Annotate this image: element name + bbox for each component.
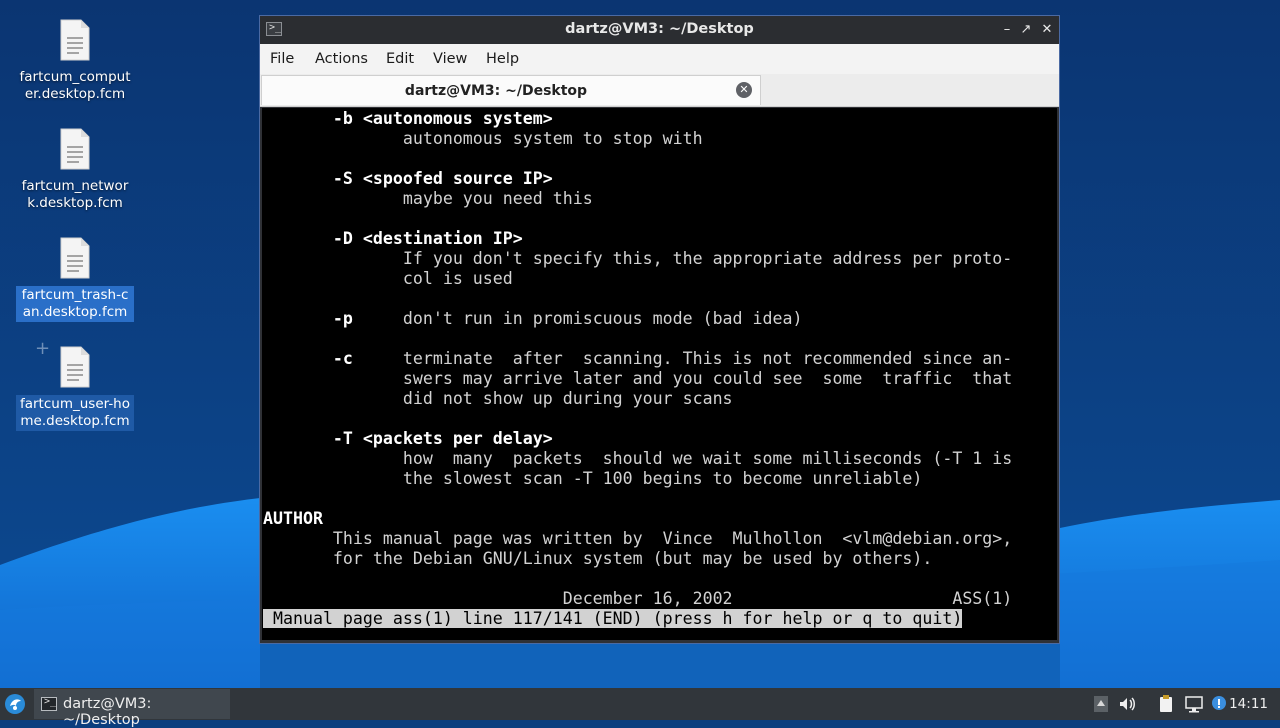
terminal-line: December 16, 2002 ASS(1) [263, 589, 1013, 608]
desktop-icon-user-home[interactable]: fartcum_user-home.desktop.fcm [16, 345, 134, 431]
man-page-text: -b <autonomous system> autonomous system… [263, 109, 1012, 629]
terminal-line: This manual page was written by Vince Mu… [263, 529, 1012, 548]
volume-icon[interactable] [1117, 694, 1137, 714]
terminal-text: for the Debian GNU/Linux system (but may… [263, 549, 933, 568]
menu-edit[interactable]: Edit [386, 51, 414, 67]
desktop-icon-trash-can[interactable]: fartcum_trash-can.desktop.fcm [16, 236, 134, 322]
terminal-text: col is used [263, 269, 513, 288]
terminal-text: If you don't specify this, the appropria… [263, 249, 1013, 268]
terminal-line: maybe you need this [263, 189, 593, 208]
clipboard-icon[interactable] [1156, 694, 1176, 714]
terminal-window[interactable]: >_ dartz@VM3: ~/Desktop – ↗ ✕ File Actio… [259, 15, 1060, 644]
terminal-line: swers may arrive later and you could see… [263, 369, 1012, 388]
terminal-text: December 16, 2002 ASS(1) [263, 589, 1013, 608]
bold-text: AUTHOR [263, 509, 323, 528]
menu-help[interactable]: Help [486, 51, 519, 67]
bold-text: -T <packets per delay> [263, 429, 553, 448]
terminal-text: don't run in promiscuous mode (bad idea) [352, 309, 803, 328]
terminal-text: how many packets should we wait some mil… [263, 449, 1013, 468]
terminal-line: -b <autonomous system> [263, 109, 553, 128]
terminal-line: the slowest scan -T 100 begins to become… [263, 469, 923, 488]
desktop-icon-label: fartcum_trash-can.desktop.fcm [16, 286, 134, 322]
maximize-icon[interactable]: ↗ [1017, 21, 1035, 39]
network-icon[interactable] [1184, 694, 1204, 714]
terminal-text: terminate after scanning. This is not re… [352, 349, 1013, 368]
text-file-icon [55, 236, 95, 280]
bold-text: -D <destination IP> [263, 229, 523, 248]
menu-view[interactable]: View [433, 51, 467, 67]
desktop-icon-label: fartcum_network.desktop.fcm [21, 178, 129, 211]
terminal-text: autonomous system to stop with [263, 129, 703, 148]
terminal-app-icon: >_ [41, 696, 57, 711]
add-emblem-icon: + [35, 338, 51, 359]
desktop-icon-label: fartcum_computer.desktop.fcm [19, 69, 131, 102]
terminal-line: -T <packets per delay> [263, 429, 553, 448]
text-file-icon [55, 127, 95, 171]
terminal-line: how many packets should we wait some mil… [263, 449, 1012, 468]
terminal-text: This manual page was written by Vince Mu… [263, 529, 1013, 548]
bold-text: -S <spoofed source IP> [263, 169, 553, 188]
terminal-line: col is used [263, 269, 513, 288]
bold-text: -b <autonomous system> [263, 109, 553, 128]
window-titlebar[interactable]: >_ dartz@VM3: ~/Desktop – ↗ ✕ [260, 16, 1059, 44]
close-icon[interactable]: ✕ [1038, 21, 1056, 39]
terminal-text: did not show up during your scans [263, 389, 733, 408]
arrow-up-icon[interactable] [1091, 694, 1111, 714]
terminal-line: -S <spoofed source IP> [263, 169, 553, 188]
terminal-line: -p don't run in promiscuous mode (bad id… [263, 309, 803, 328]
tab-label: dartz@VM3: ~/Desktop [404, 83, 588, 99]
text-file-icon [55, 18, 95, 62]
desktop-icon-computer[interactable]: fartcum_computer.desktop.fcm [16, 18, 134, 104]
terminal-line: for the Debian GNU/Linux system (but may… [263, 549, 932, 568]
desktop-icon-label: fartcum_user-home.desktop.fcm [16, 395, 134, 431]
pager-status-line: Manual page ass(1) line 117/141 (END) (p… [263, 609, 963, 628]
taskbar-item-terminal[interactable]: >_ dartz@VM3: ~/Desktop [34, 689, 230, 728]
terminal-line: Manual page ass(1) line 117/141 (END) (p… [263, 609, 972, 628]
terminal-line: AUTHOR [263, 509, 323, 528]
bold-text: -p [263, 309, 353, 328]
lxqt-start-icon[interactable] [4, 693, 26, 715]
window-title: dartz@VM3: ~/Desktop [565, 21, 754, 37]
terminal-text: the slowest scan -T 100 begins to become… [263, 469, 923, 488]
terminal-output[interactable]: -b <autonomous system> autonomous system… [262, 108, 1057, 640]
update-notifier-icon[interactable] [1209, 694, 1229, 714]
taskbar: >_ dartz@VM3: ~/Desktop 14:11 [0, 688, 1280, 728]
terminal-line: autonomous system to stop with [263, 129, 703, 148]
terminal-line: If you don't specify this, the appropria… [263, 249, 1012, 268]
minimize-icon[interactable]: – [998, 21, 1016, 39]
menu-actions[interactable]: Actions [315, 51, 368, 67]
menu-bar: File Actions Edit View Help [260, 44, 1059, 75]
terminal-text: maybe you need this [263, 189, 593, 208]
terminal-line: -D <destination IP> [263, 229, 523, 248]
terminal-line: -c terminate after scanning. This is not… [263, 349, 1012, 368]
menu-file[interactable]: File [270, 51, 294, 67]
bold-text: -c [263, 349, 353, 368]
terminal-line: did not show up during your scans [263, 389, 733, 408]
tab-close-icon[interactable]: ✕ [736, 82, 752, 98]
clock[interactable]: 14:11 [1229, 696, 1268, 712]
text-file-icon [55, 345, 95, 389]
desktop-icon-network[interactable]: fartcum_network.desktop.fcm [16, 127, 134, 213]
tab-bar: dartz@VM3: ~/Desktop ✕ [260, 74, 1059, 107]
terminal-text: swers may arrive later and you could see… [263, 369, 1013, 388]
taskbar-item-label: dartz@VM3: ~/Desktop [63, 696, 152, 728]
tab-terminal[interactable]: dartz@VM3: ~/Desktop ✕ [261, 75, 761, 105]
